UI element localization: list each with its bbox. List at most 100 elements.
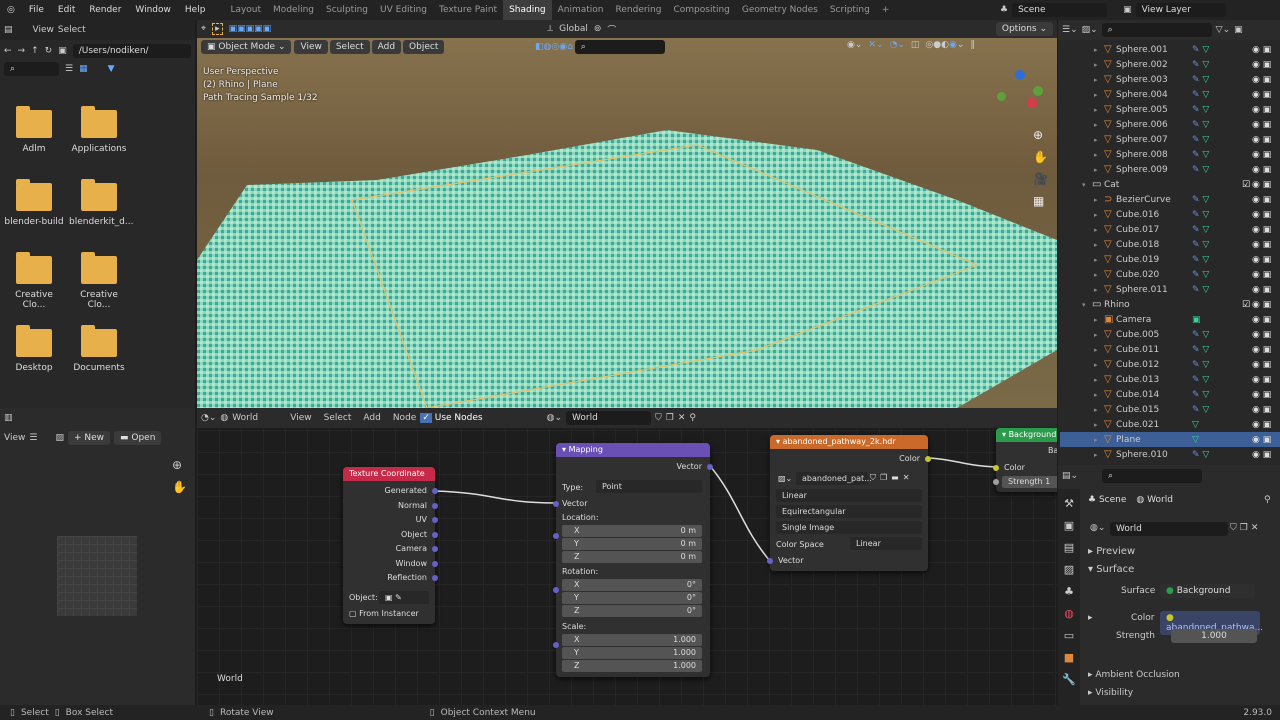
- object-name[interactable]: Sphere.011: [1116, 285, 1192, 295]
- background-node[interactable]: ▾ Background Backg Color Strength 1: [993, 428, 1057, 492]
- editor-type-icon[interactable]: ☰⌄: [1062, 25, 1078, 35]
- node-header[interactable]: ▾ abandoned_pathway_2k.hdr: [770, 435, 928, 449]
- folder-item[interactable]: Documents: [69, 325, 129, 373]
- image-browse-icon[interactable]: ▨⌄: [778, 474, 792, 483]
- visibility-toggle-icon[interactable]: ◉ ▣: [1252, 225, 1280, 235]
- node-header[interactable]: ▾ Mapping: [556, 443, 710, 457]
- datablock-actions-icons[interactable]: ⛉❐✕: [1230, 523, 1261, 533]
- node-header[interactable]: Texture Coordinate: [343, 467, 435, 481]
- outliner-row-plane[interactable]: ▸ ▽ Plane ▽ ◉ ▣: [1060, 432, 1280, 447]
- zoom-icon[interactable]: ⊕: [1033, 128, 1048, 142]
- outliner-row-rhino[interactable]: ▾ ▭ Rhino ☑ ◉ ▣: [1060, 297, 1280, 312]
- refresh-icon[interactable]: ↻: [45, 46, 53, 56]
- strength-field[interactable]: 1.000: [1171, 629, 1257, 643]
- expand-icon[interactable]: ▸: [1094, 451, 1104, 459]
- visibility-toggle-icon[interactable]: ◉ ▣: [1252, 330, 1280, 340]
- data-icons[interactable]: ☑: [1192, 300, 1252, 310]
- expand-icon[interactable]: ▸: [1094, 121, 1104, 129]
- location-y-field[interactable]: Y 0 m: [562, 538, 702, 550]
- outliner-row-cube-021[interactable]: ▸ ▽ Cube.021 ▽ ◉ ▣: [1060, 417, 1280, 432]
- rotation-z-field[interactable]: Z 0°: [562, 605, 702, 617]
- object-name[interactable]: Camera: [1116, 315, 1192, 325]
- camera-view-icon[interactable]: 🎥: [1033, 172, 1048, 186]
- hand-icon[interactable]: ✋: [172, 480, 187, 494]
- image-name-field[interactable]: abandoned_pat...: [796, 472, 872, 485]
- outliner-row-cube-015[interactable]: ▸ ▽ Cube.015 ✎ ▽ ◉ ▣: [1060, 402, 1280, 417]
- data-icons[interactable]: ✎ ▽: [1192, 195, 1252, 205]
- fb-select-menu[interactable]: Select: [58, 25, 86, 35]
- visibility-toggle-icon[interactable]: ◉ ▣: [1252, 360, 1280, 370]
- outliner-row-cube-019[interactable]: ▸ ▽ Cube.019 ✎ ▽ ◉ ▣: [1060, 252, 1280, 267]
- scene-tab-icon[interactable]: ♣: [1064, 585, 1074, 598]
- object-name[interactable]: Cube.015: [1116, 405, 1192, 415]
- socket-uv[interactable]: [432, 517, 438, 523]
- outliner-row-sphere-009[interactable]: ▸ ▽ Sphere.009 ✎ ▽ ◉ ▣: [1060, 162, 1280, 177]
- data-icons[interactable]: ✎ ▽: [1192, 210, 1252, 220]
- visibility-toggle-icon[interactable]: ◉ ▣: [1252, 105, 1280, 115]
- outliner-row-cube-018[interactable]: ▸ ▽ Cube.018 ✎ ▽ ◉ ▣: [1060, 237, 1280, 252]
- scale-socket[interactable]: [553, 642, 559, 648]
- new-folder-icon[interactable]: ▣: [58, 46, 67, 56]
- parent-dir-icon[interactable]: ↑: [31, 46, 39, 56]
- expand-icon[interactable]: ▸: [1094, 391, 1104, 399]
- rotation-socket[interactable]: [553, 587, 559, 593]
- back-icon[interactable]: ←: [4, 46, 12, 56]
- visibility-toggle-icon[interactable]: ◉ ▣: [1252, 405, 1280, 415]
- expand-icon[interactable]: ▸: [1094, 331, 1104, 339]
- socket-camera[interactable]: [432, 546, 438, 552]
- data-icons[interactable]: ✎ ▽: [1192, 225, 1252, 235]
- object-field[interactable]: ▣ ✎: [379, 591, 429, 604]
- image-canvas-grid[interactable]: [57, 536, 137, 616]
- outliner-row-sphere-011[interactable]: ▸ ▽ Sphere.011 ✎ ▽ ◉ ▣: [1060, 282, 1280, 297]
- outliner-row-cube-020[interactable]: ▸ ▽ Cube.020 ✎ ▽ ◉ ▣: [1060, 267, 1280, 282]
- expand-icon[interactable]: ▸: [1094, 361, 1104, 369]
- folder-item[interactable]: Creative Clo...: [4, 252, 64, 310]
- output-tab-icon[interactable]: ▤: [1064, 541, 1074, 554]
- color-input-socket[interactable]: [993, 465, 999, 471]
- location-z-field[interactable]: Z 0 m: [562, 551, 702, 563]
- data-icons[interactable]: ✎ ▽: [1192, 75, 1252, 85]
- data-icons[interactable]: ✎ ▽: [1192, 360, 1252, 370]
- location-socket[interactable]: [553, 533, 559, 539]
- menu-window[interactable]: Window: [128, 5, 178, 15]
- socket-reflection[interactable]: [432, 575, 438, 581]
- data-icons[interactable]: ✎ ▽: [1192, 255, 1252, 265]
- ortho-grid-icon[interactable]: ▦: [1033, 194, 1048, 208]
- expand-icon[interactable]: ▸: [1094, 346, 1104, 354]
- scale-x-field[interactable]: X 1.000: [562, 634, 702, 646]
- interpolation-dropdown[interactable]: Linear: [776, 489, 922, 502]
- socket-generated[interactable]: [432, 488, 438, 494]
- outliner-row-sphere-010[interactable]: ▸ ▽ Sphere.010 ✎ ▽ ◉ ▣: [1060, 447, 1280, 462]
- data-icons[interactable]: ▽: [1192, 435, 1252, 445]
- expand-icon[interactable]: ▸: [1094, 226, 1104, 234]
- data-icons[interactable]: ✎ ▽: [1192, 165, 1252, 175]
- scale-y-field[interactable]: Y 1.000: [562, 647, 702, 659]
- visibility-toggle-icon[interactable]: ◉ ▣: [1252, 375, 1280, 385]
- folder-item[interactable]: Applications: [69, 106, 129, 154]
- outliner-row-sphere-002[interactable]: ▸ ▽ Sphere.002 ✎ ▽ ◉ ▣: [1060, 57, 1280, 72]
- shader-editor[interactable]: ◔⌄ ◍ World View Select Add Node ✓ Use Nodes…: [197, 408, 1057, 705]
- expand-icon[interactable]: ▸: [1094, 436, 1104, 444]
- expand-icon[interactable]: ▸: [1094, 151, 1104, 159]
- strength-field[interactable]: Strength 1: [1002, 476, 1057, 488]
- environment-texture-node[interactable]: ▾ abandoned_pathway_2k.hdr Color ▨⌄ aban…: [767, 435, 931, 571]
- tab-animation[interactable]: Animation: [552, 0, 610, 20]
- visibility-toggle-icon[interactable]: ◉ ▣: [1252, 195, 1280, 205]
- data-icons[interactable]: ✎ ▽: [1192, 330, 1252, 340]
- data-icons[interactable]: ✎ ▽: [1192, 60, 1252, 70]
- visibility-toggle-icon[interactable]: ◉ ▣: [1252, 240, 1280, 250]
- expand-icon[interactable]: ▸: [1094, 286, 1104, 294]
- visibility-toggle-icon[interactable]: ◉ ▣: [1252, 345, 1280, 355]
- editor-type-icon[interactable]: ▤: [4, 25, 13, 35]
- hand-icon[interactable]: ✋: [1033, 150, 1048, 164]
- outliner-row-sphere-005[interactable]: ▸ ▽ Sphere.005 ✎ ▽ ◉ ▣: [1060, 102, 1280, 117]
- data-icons[interactable]: ✎ ▽: [1192, 90, 1252, 100]
- navigation-gizmo[interactable]: [997, 70, 1043, 116]
- object-tab-icon[interactable]: ■: [1064, 651, 1074, 664]
- expand-icon[interactable]: ▸: [1094, 196, 1104, 204]
- object-name[interactable]: Cube.011: [1116, 345, 1192, 355]
- expand-icon[interactable]: ▸: [1094, 76, 1104, 84]
- data-icons[interactable]: ✎ ▽: [1192, 150, 1252, 160]
- visibility-toggle-icon[interactable]: ◉ ▣: [1252, 165, 1280, 175]
- world-tab-icon[interactable]: ◍: [1064, 607, 1074, 620]
